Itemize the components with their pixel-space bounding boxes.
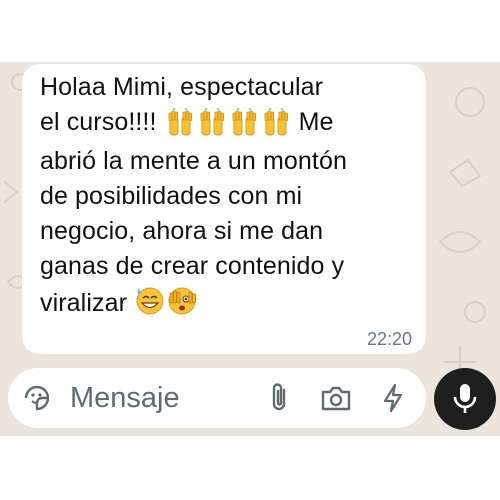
message-line-7: viralizar — [40, 289, 128, 317]
raising-hands-emoji-icon — [264, 108, 288, 136]
message-line-1: Holaa Mimi, espectacular — [40, 73, 324, 101]
message-timestamp: 22:20 — [366, 329, 412, 349]
message-line-3: abrió la mente a un montón — [40, 147, 347, 175]
message-text: Holaa Mimi, espectacular el curso!!!! Me… — [40, 70, 412, 321]
mic-icon — [452, 382, 478, 416]
face-with-peeking-eye-emoji-icon — [168, 287, 197, 315]
message-line-4: de posibilidades con mi — [40, 182, 303, 210]
lightning-icon[interactable] — [382, 383, 404, 413]
raising-hands-emoji-group — [164, 107, 292, 144]
message-bubble[interactable]: Holaa Mimi, espectacular el curso!!!! Me… — [22, 64, 426, 354]
emoji-sticker-icon[interactable] — [22, 383, 52, 413]
message-line-5: negocio, ahora si me dan — [40, 217, 324, 245]
raising-hands-emoji-icon — [200, 108, 224, 136]
message-input[interactable]: Mensaje — [70, 382, 268, 415]
attach-icon[interactable] — [268, 382, 290, 414]
camera-icon[interactable] — [320, 384, 352, 412]
message-line-6: ganas de crear contenido y — [40, 252, 345, 280]
message-line-2-tail: Me — [298, 108, 334, 136]
raising-hands-emoji-icon — [168, 108, 192, 136]
message-composer: Mensaje — [8, 368, 426, 428]
message-line-2: el curso!!!! — [40, 108, 157, 136]
mic-button[interactable] — [434, 368, 496, 430]
grinning-sweat-emoji-icon — [136, 287, 164, 315]
raising-hands-emoji-icon — [232, 108, 256, 136]
